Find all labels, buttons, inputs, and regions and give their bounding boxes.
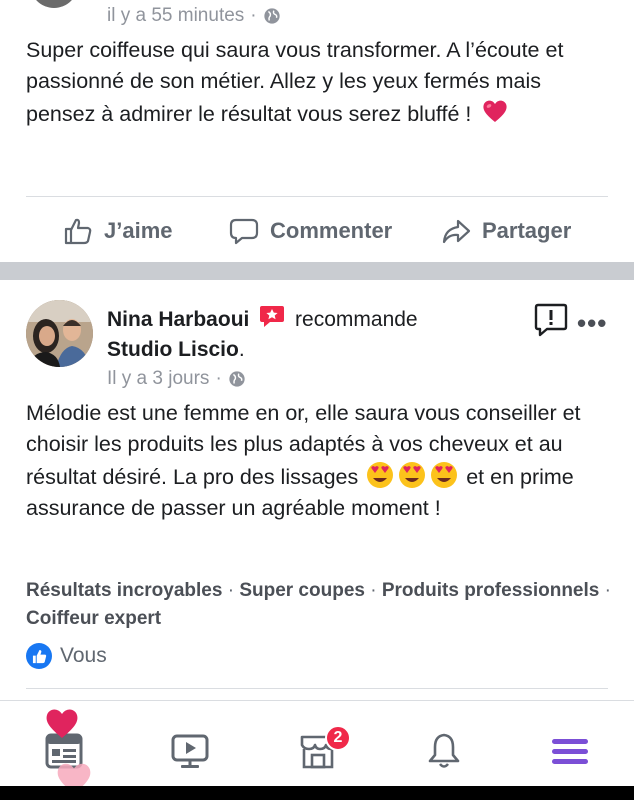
post-text: Super coiffeuse qui saura vous transform… — [26, 35, 616, 130]
share-button[interactable]: Partager — [440, 215, 571, 247]
like-label: J’aime — [104, 218, 173, 243]
tab-menu[interactable] — [548, 729, 592, 773]
tag-separator: · — [222, 580, 240, 601]
post-header: Nina Harbaoui recommande Studio Liscio. — [107, 304, 527, 365]
divider — [26, 196, 608, 197]
post-meta: il y a 55 minutes · — [107, 5, 281, 27]
post-text: Mélodie est une femme en or, elle saura … — [26, 398, 616, 524]
avatar-photo — [26, 300, 93, 367]
post-actions: J’aime Commenter Partager — [0, 201, 634, 261]
video-icon — [171, 734, 209, 768]
tag-separator: · — [599, 580, 611, 601]
menu-icon — [552, 739, 588, 764]
meta-dot: · — [250, 5, 257, 26]
timestamp[interactable]: Il y a 3 jours — [107, 368, 209, 390]
avatar[interactable] — [26, 300, 93, 367]
divider — [26, 688, 608, 689]
heart-eyes-emoji-icon — [367, 462, 394, 488]
timestamp[interactable]: il y a 55 minutes — [107, 5, 244, 27]
tag[interactable]: Coiffeur expert — [26, 608, 161, 629]
tag[interactable]: Super coupes — [239, 580, 365, 601]
recommends-verb: recommande — [295, 308, 418, 331]
comment-button[interactable]: Commenter — [228, 215, 392, 247]
heart-eyes-emoji-icon — [431, 462, 458, 488]
tab-notifications[interactable] — [422, 729, 466, 773]
home-indicator — [0, 786, 634, 800]
share-icon — [442, 219, 471, 244]
tag[interactable]: Résultats incroyables — [26, 580, 222, 601]
reaction-names: Vous — [60, 644, 107, 667]
tag[interactable]: Produits professionnels — [382, 580, 599, 601]
heart-eyes-emoji-icon — [399, 462, 426, 488]
floating-heart-icon — [46, 709, 78, 738]
post-card: il y a 55 minutes · Super coiffeuse qui … — [0, 0, 634, 262]
avatar[interactable] — [30, 0, 78, 8]
feed-separator — [0, 262, 634, 280]
tag-separator: · — [364, 580, 382, 601]
bottom-tab-bar: 2 — [0, 700, 634, 800]
heart-emoji-icon — [483, 100, 507, 122]
author-name[interactable]: Nina Harbaoui — [107, 308, 249, 331]
post-card: Nina Harbaoui recommande Studio Liscio. … — [0, 280, 634, 700]
reaction-summary[interactable]: Vous — [26, 643, 107, 669]
globe-icon — [229, 371, 245, 387]
recommendation-tags: Résultats incroyables · Super coupes · P… — [26, 577, 616, 633]
thumbs-up-icon — [64, 218, 92, 245]
like-reaction-icon — [26, 643, 52, 669]
marketplace-badge: 2 — [325, 725, 351, 751]
comment-icon — [229, 218, 259, 245]
bell-icon — [428, 733, 460, 768]
post-meta: Il y a 3 jours · — [107, 368, 246, 390]
like-button[interactable]: J’aime — [62, 215, 173, 247]
comment-label: Commenter — [270, 218, 393, 243]
share-label: Partager — [482, 218, 572, 243]
meta-dot: · — [215, 368, 222, 389]
report-icon[interactable] — [533, 302, 569, 338]
tab-watch[interactable] — [168, 729, 212, 773]
page-name[interactable]: Studio Liscio — [107, 338, 239, 361]
more-options-icon[interactable]: ••• — [577, 308, 607, 339]
globe-icon — [263, 8, 280, 24]
header-period: . — [238, 338, 245, 361]
recommendation-icon — [260, 306, 285, 327]
